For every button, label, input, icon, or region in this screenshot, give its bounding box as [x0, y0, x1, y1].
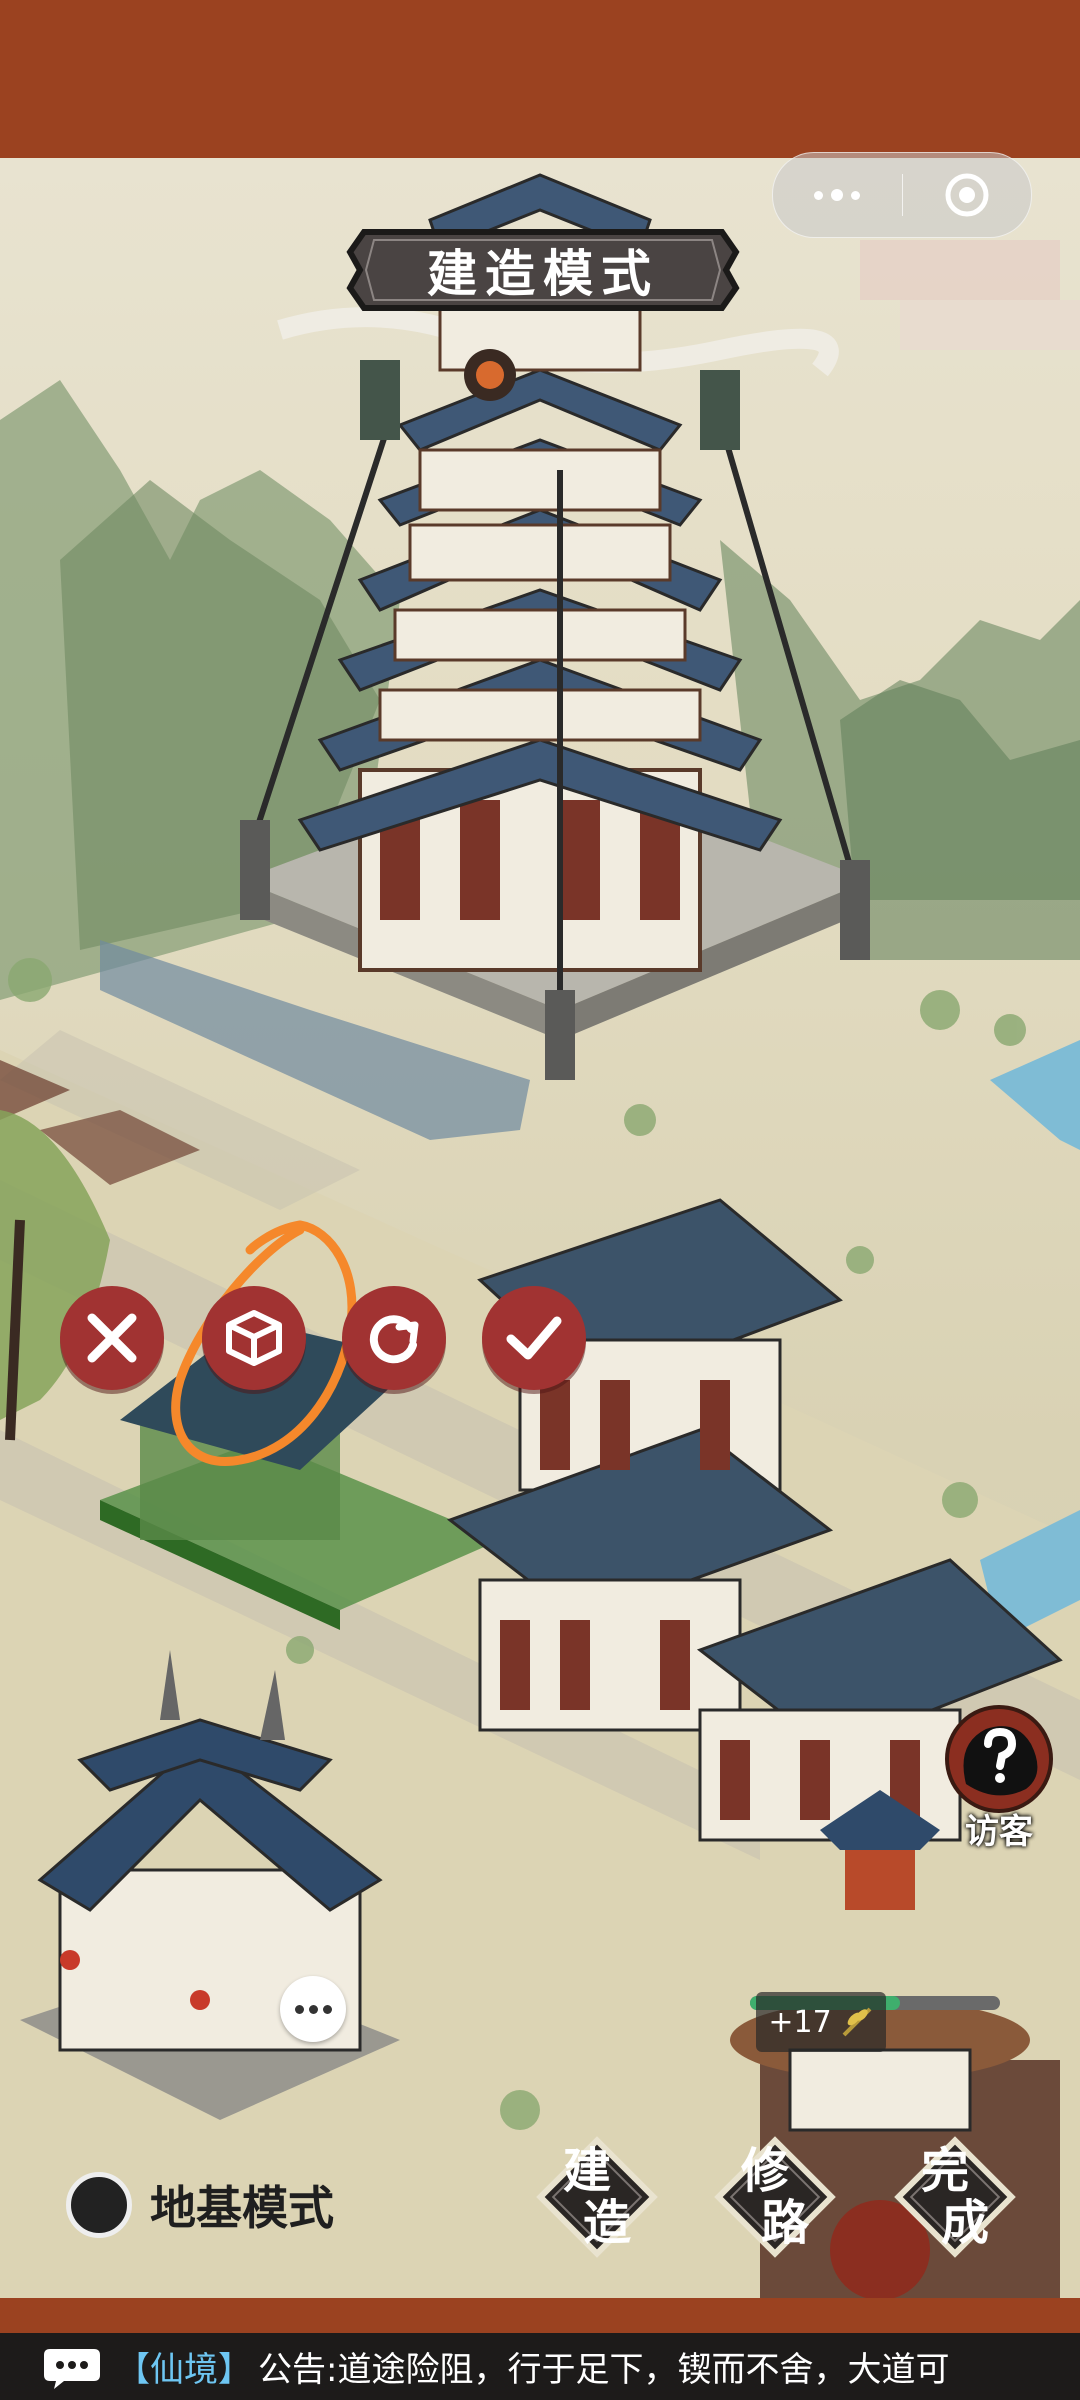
- box-icon: [226, 1310, 282, 1366]
- reward-value: +17: [768, 2004, 832, 2040]
- notice-text: 公告:道途险阻，行于足下，锲而不舍，大道可: [258, 2350, 950, 2390]
- finish-label: 完成: [920, 2143, 989, 2251]
- build-button[interactable]: 建造: [522, 2122, 672, 2272]
- store-button[interactable]: [202, 1286, 306, 1390]
- repair-road-button[interactable]: 修路: [700, 2122, 850, 2272]
- page-title: 建造模式: [427, 244, 659, 303]
- question-mark-icon: [984, 1727, 1017, 1783]
- reward-badge[interactable]: +17: [756, 1992, 886, 2052]
- finish-button[interactable]: 完成: [880, 2122, 1030, 2272]
- build-label: 建造: [562, 2143, 631, 2251]
- miniprogram-capsule: [772, 152, 1032, 238]
- toggle-dot-icon: [66, 2172, 132, 2238]
- chat-bubble-icon[interactable]: [280, 1976, 346, 2042]
- rotate-button[interactable]: [342, 1286, 446, 1390]
- bottom-bar: [0, 2298, 1080, 2333]
- mode-title-plaque: 建造模式: [344, 222, 742, 318]
- repair-road-label: 修路: [740, 2143, 809, 2251]
- visitor-button[interactable]: 访客: [936, 1704, 1062, 1852]
- cancel-button[interactable]: [60, 1286, 164, 1390]
- announcement-ticker[interactable]: 【仙境】 公告:道途险阻，行于足下，锲而不舍，大道可: [0, 2333, 1080, 2400]
- notice-tag: 【仙境】: [116, 2350, 252, 2390]
- visitor-label: 访客: [965, 1812, 1033, 1852]
- wheat-icon: [842, 2007, 872, 2037]
- confirm-button[interactable]: [482, 1286, 586, 1390]
- target-circle-icon[interactable]: [903, 172, 1032, 218]
- rotate-icon: [369, 1315, 419, 1364]
- chat-icon: [44, 2348, 100, 2389]
- check-icon: [506, 1316, 562, 1360]
- top-status-bar: [0, 0, 1080, 158]
- x-icon: [87, 1313, 137, 1363]
- game-scene[interactable]: [0, 158, 1080, 2298]
- foundation-mode-toggle[interactable]: 地基模式: [66, 2170, 334, 2240]
- scene-art: [0, 173, 1080, 2298]
- foundation-mode-label: 地基模式: [150, 2181, 334, 2235]
- more-dots-icon[interactable]: [773, 189, 902, 201]
